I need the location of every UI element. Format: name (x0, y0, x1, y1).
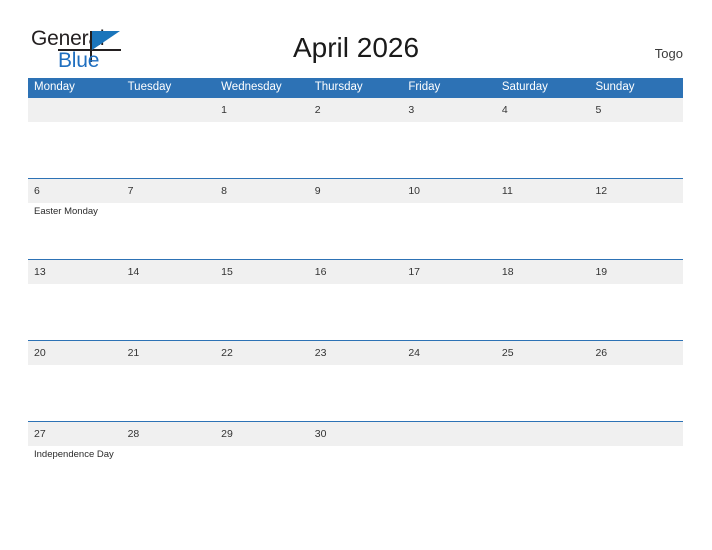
page-title: April 2026 (292, 32, 420, 63)
day-event (496, 365, 590, 421)
day-number[interactable]: 17 (402, 260, 496, 284)
day-event (402, 446, 496, 502)
day-event (589, 122, 683, 178)
day-number[interactable]: 18 (496, 260, 590, 284)
day-event (122, 284, 216, 340)
week-event-band (28, 365, 683, 421)
day-event (28, 284, 122, 340)
day-event (309, 365, 403, 421)
day-event (496, 122, 590, 178)
day-number[interactable]: 27 (28, 422, 122, 446)
day-event (28, 122, 122, 178)
week-date-band: 1 2 3 4 5 (28, 97, 683, 122)
week-event-band (28, 284, 683, 340)
day-number[interactable] (402, 422, 496, 446)
day-event (402, 365, 496, 421)
day-number[interactable] (496, 422, 590, 446)
weekday-header-thursday: Thursday (314, 81, 363, 93)
week-date-band: 20 21 22 23 24 25 26 (28, 340, 683, 365)
day-event (122, 122, 216, 178)
day-number[interactable]: 25 (496, 341, 590, 365)
day-event (215, 284, 309, 340)
day-number[interactable]: 29 (215, 422, 309, 446)
week-date-band: 6 7 8 9 10 11 12 (28, 178, 683, 203)
day-number[interactable]: 15 (215, 260, 309, 284)
day-number[interactable]: 11 (496, 179, 590, 203)
weekday-header-wednesday: Wednesday (221, 81, 282, 93)
day-event (496, 446, 590, 502)
day-event (496, 203, 590, 259)
weekday-header-monday: Monday (34, 81, 75, 93)
week-row: 6 7 8 9 10 11 12 Easter Monday (28, 178, 683, 259)
day-event (402, 203, 496, 259)
day-number[interactable]: 23 (309, 341, 403, 365)
day-number[interactable]: 20 (28, 341, 122, 365)
day-number[interactable]: 16 (309, 260, 403, 284)
week-row: 1 2 3 4 5 (28, 97, 683, 178)
day-event (215, 365, 309, 421)
day-number[interactable]: 5 (589, 98, 683, 122)
day-number[interactable]: 6 (28, 179, 122, 203)
day-number[interactable]: 14 (122, 260, 216, 284)
day-event (589, 284, 683, 340)
day-number[interactable]: 8 (215, 179, 309, 203)
week-date-band: 13 14 15 16 17 18 19 (28, 259, 683, 284)
day-event (402, 122, 496, 178)
week-event-band: Easter Monday (28, 203, 683, 259)
day-event (28, 365, 122, 421)
weekday-header-saturday: Saturday (501, 81, 548, 93)
day-event (122, 365, 216, 421)
day-number[interactable]: 28 (122, 422, 216, 446)
day-event (122, 446, 216, 502)
day-event (496, 284, 590, 340)
day-number[interactable]: 30 (309, 422, 403, 446)
day-number[interactable]: 1 (215, 98, 309, 122)
page-header: General Blue April 2026 Togo (0, 0, 712, 78)
day-number[interactable]: 26 (589, 341, 683, 365)
day-event: Easter Monday (34, 206, 98, 217)
calendar-grid: Monday Tuesday Wednesday Thursday Friday… (28, 78, 683, 502)
day-event (215, 122, 309, 178)
day-number[interactable]: 4 (496, 98, 590, 122)
day-event (215, 446, 309, 502)
day-event (309, 203, 403, 259)
day-event (122, 203, 216, 259)
day-event (309, 122, 403, 178)
day-number[interactable]: 19 (589, 260, 683, 284)
day-number[interactable]: 10 (402, 179, 496, 203)
day-number[interactable]: 7 (122, 179, 216, 203)
region-label: Togo (654, 46, 683, 61)
day-number[interactable]: 21 (122, 341, 216, 365)
day-event: Independence Day (34, 449, 114, 460)
week-row: 20 21 22 23 24 25 26 (28, 340, 683, 421)
day-event (589, 446, 683, 502)
day-event (309, 284, 403, 340)
day-number[interactable]: 9 (309, 179, 403, 203)
day-number[interactable]: 22 (215, 341, 309, 365)
week-row: 27 28 29 30 Independence Day (28, 421, 683, 502)
day-event (589, 365, 683, 421)
week-event-band: Independence Day (28, 446, 683, 502)
weekday-header-friday: Friday (408, 81, 441, 93)
week-date-band: 27 28 29 30 (28, 421, 683, 446)
day-event (309, 446, 403, 502)
day-number[interactable]: 3 (402, 98, 496, 122)
day-event (589, 203, 683, 259)
day-event (402, 284, 496, 340)
day-number[interactable] (122, 98, 216, 122)
day-number[interactable]: 13 (28, 260, 122, 284)
weekday-header-tuesday: Tuesday (127, 81, 172, 93)
day-number[interactable] (28, 98, 122, 122)
weekday-header-sunday: Sunday (595, 81, 635, 93)
day-number[interactable]: 24 (402, 341, 496, 365)
day-number[interactable] (589, 422, 683, 446)
day-number[interactable]: 12 (589, 179, 683, 203)
day-number[interactable]: 2 (309, 98, 403, 122)
week-row: 13 14 15 16 17 18 19 (28, 259, 683, 340)
week-event-band (28, 122, 683, 178)
day-event (215, 203, 309, 259)
weekday-header-row: Monday Tuesday Wednesday Thursday Friday… (28, 78, 683, 97)
